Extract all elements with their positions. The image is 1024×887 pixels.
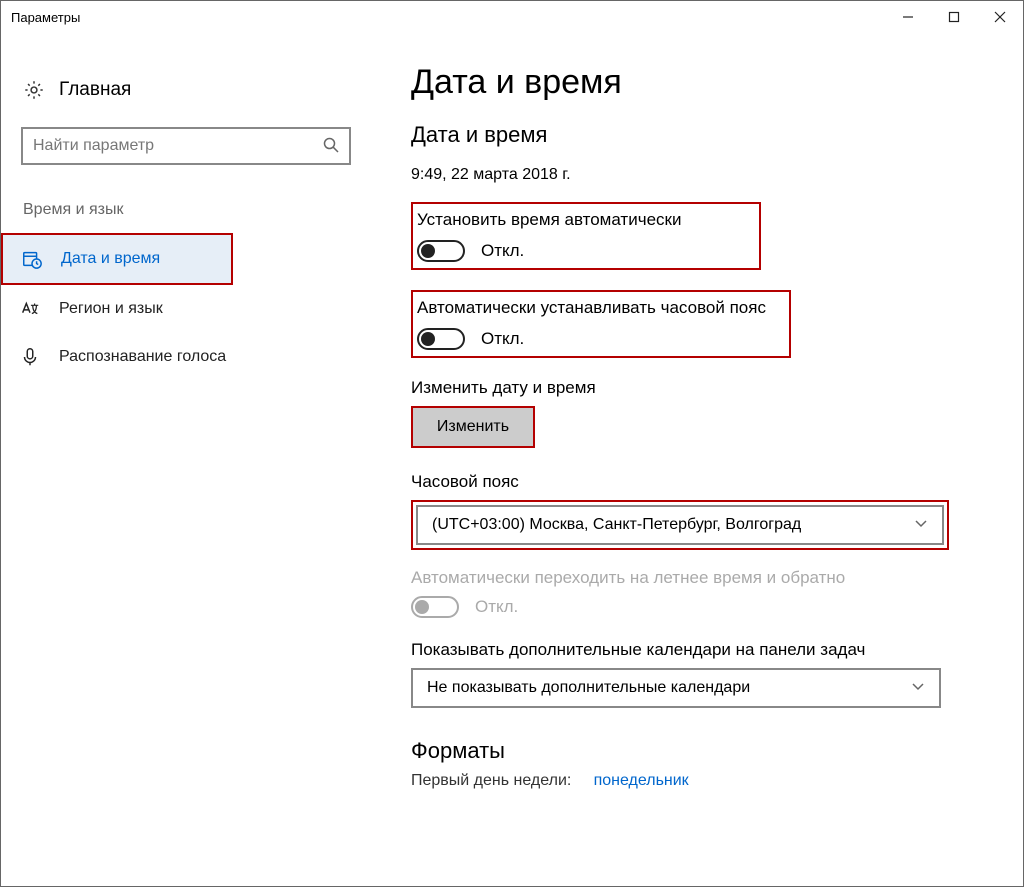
highlight-box: Изменить [411, 406, 535, 448]
dst-label: Автоматически переходить на летнее время… [411, 568, 953, 588]
chevron-down-icon [914, 516, 928, 535]
microphone-icon [19, 346, 41, 368]
nav-item-datetime[interactable]: Дата и время [3, 235, 231, 283]
extra-cal-value: Не показывать дополнительные календари [427, 679, 750, 697]
auto-tz-label: Автоматически устанавливать часовой пояс [417, 298, 779, 318]
calendar-clock-icon [21, 248, 43, 270]
search-input[interactable] [21, 127, 351, 165]
toggle-knob [415, 600, 429, 614]
nav-item-region[interactable]: Регион и язык [1, 285, 371, 333]
home-label: Главная [59, 79, 131, 101]
section-heading: Дата и время [411, 122, 953, 148]
dst-toggle [411, 596, 459, 618]
first-day-row: Первый день недели: понедельник [411, 772, 953, 790]
content: Главная Время и язык [1, 33, 1023, 886]
page-title: Дата и время [411, 63, 953, 102]
nav-item-speech[interactable]: Распознавание голоса [1, 333, 371, 381]
timezone-label: Часовой пояс [411, 472, 953, 492]
titlebar: Параметры [1, 1, 1023, 33]
toggle-knob [421, 332, 435, 346]
sidebar-section-label: Время и язык [1, 165, 371, 233]
home-button[interactable]: Главная [1, 71, 371, 109]
auto-time-toggle[interactable] [417, 240, 465, 262]
search-icon [323, 137, 339, 158]
first-day-value: понедельник [594, 772, 689, 789]
auto-tz-state: Откл. [481, 329, 524, 349]
toggle-knob [421, 244, 435, 258]
nav-label: Регион и язык [59, 300, 163, 318]
dst-state: Откл. [475, 597, 518, 617]
auto-time-label: Установить время автоматически [417, 210, 749, 230]
gear-icon [23, 79, 45, 101]
timezone-dropdown[interactable]: (UTC+03:00) Москва, Санкт-Петербург, Вол… [416, 505, 944, 545]
close-button[interactable] [977, 1, 1023, 33]
highlight-box: (UTC+03:00) Москва, Санкт-Петербург, Вол… [411, 500, 949, 550]
formats-heading: Форматы [411, 738, 953, 764]
minimize-button[interactable] [885, 1, 931, 33]
current-datetime: 9:49, 22 марта 2018 г. [411, 166, 953, 184]
change-label: Изменить дату и время [411, 378, 953, 398]
auto-time-state: Откл. [481, 241, 524, 261]
sidebar: Главная Время и язык [1, 33, 371, 886]
first-day-label: Первый день недели: [411, 772, 571, 789]
settings-window: Параметры Главная [0, 0, 1024, 887]
extra-cal-label: Показывать дополнительные календари на п… [411, 640, 953, 660]
nav-label: Дата и время [61, 250, 160, 268]
window-title: Параметры [11, 10, 885, 25]
chevron-down-icon [911, 679, 925, 698]
nav-label: Распознавание голоса [59, 348, 226, 366]
auto-tz-toggle[interactable] [417, 328, 465, 350]
language-icon [19, 298, 41, 320]
change-datetime-block: Изменить дату и время Изменить [411, 378, 953, 448]
main-panel: Дата и время Дата и время 9:49, 22 марта… [371, 33, 1023, 886]
auto-time-block: Установить время автоматически Откл. [411, 202, 761, 270]
change-button[interactable]: Изменить [413, 408, 533, 446]
maximize-button[interactable] [931, 1, 977, 33]
auto-tz-block: Автоматически устанавливать часовой пояс… [411, 290, 791, 358]
highlight-box: Дата и время [1, 233, 233, 285]
extra-cal-dropdown[interactable]: Не показывать дополнительные календари [411, 668, 941, 708]
timezone-value: (UTC+03:00) Москва, Санкт-Петербург, Вол… [432, 516, 801, 534]
